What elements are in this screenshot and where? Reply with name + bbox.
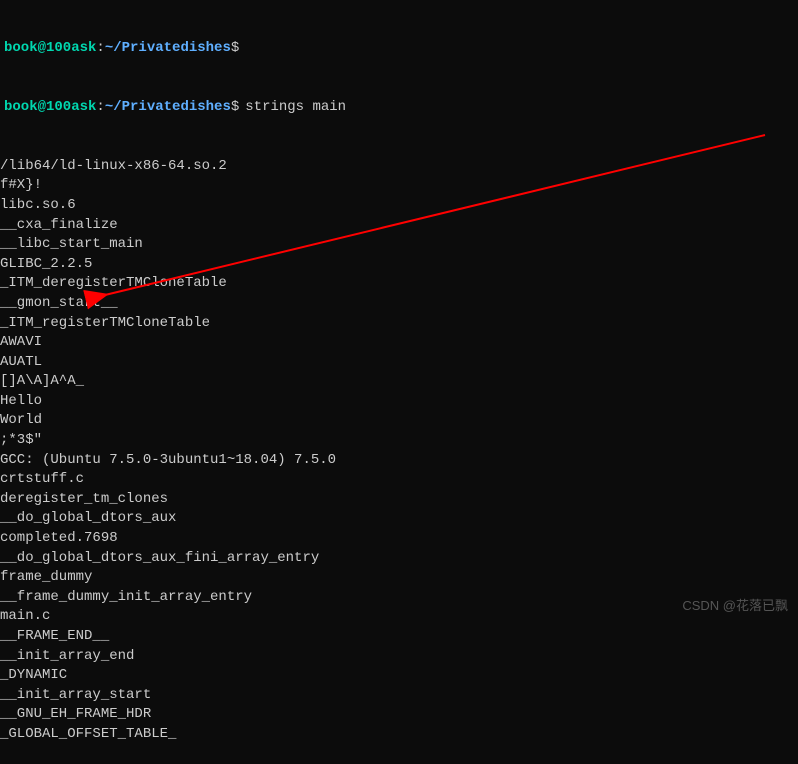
watermark: CSDN @花落已飘 [682, 597, 788, 615]
output-line: main.c [0, 607, 798, 627]
output-line: _ITM_deregisterTMCloneTable [0, 274, 798, 294]
output-line: __GNU_EH_FRAME_HDR [0, 705, 798, 725]
output-line: GLIBC_2.2.5 [0, 255, 798, 275]
output-line: crtstuff.c [0, 470, 798, 490]
output-line: __do_global_dtors_aux_fini_array_entry [0, 549, 798, 569]
prompt-line-2: book@100ask : ~/Privatedishes $ strings … [0, 98, 798, 118]
output-line: AUATL [0, 353, 798, 373]
output-line: __FRAME_END__ [0, 627, 798, 647]
path: ~/Privatedishes [105, 98, 231, 118]
output-line: _GLOBAL_OFFSET_TABLE_ [0, 725, 798, 745]
prompt-line-1: book@100ask : ~/Privatedishes $ [0, 39, 798, 59]
output-line: World [0, 411, 798, 431]
output-line: _DYNAMIC [0, 666, 798, 686]
command-input[interactable]: strings main [245, 98, 346, 118]
output-line: libc.so.6 [0, 196, 798, 216]
colon: : [96, 98, 104, 118]
user-host: book@100ask [4, 98, 96, 118]
output-line: f#X}! [0, 176, 798, 196]
output-line: __frame_dummy_init_array_entry [0, 588, 798, 608]
terminal-output: /lib64/ld-linux-x86-64.so.2f#X}!libc.so.… [0, 157, 798, 745]
output-line: __cxa_finalize [0, 216, 798, 236]
output-line: []A\A]A^A_ [0, 372, 798, 392]
output-line: __init_array_end [0, 647, 798, 667]
output-line: __init_array_start [0, 686, 798, 706]
output-line: _ITM_registerTMCloneTable [0, 314, 798, 334]
output-line: completed.7698 [0, 529, 798, 549]
output-line: __do_global_dtors_aux [0, 509, 798, 529]
output-line: GCC: (Ubuntu 7.5.0-3ubuntu1~18.04) 7.5.0 [0, 451, 798, 471]
output-line: AWAVI [0, 333, 798, 353]
terminal-window[interactable]: book@100ask : ~/Privatedishes $ book@100… [0, 0, 798, 764]
output-line: deregister_tm_clones [0, 490, 798, 510]
output-line: __libc_start_main [0, 235, 798, 255]
dollar: $ [231, 98, 239, 118]
colon: : [96, 39, 104, 59]
output-line: __gmon_start__ [0, 294, 798, 314]
path: ~/Privatedishes [105, 39, 231, 59]
output-line: ;*3$" [0, 431, 798, 451]
output-line: /lib64/ld-linux-x86-64.so.2 [0, 157, 798, 177]
output-line: frame_dummy [0, 568, 798, 588]
output-line: Hello [0, 392, 798, 412]
user-host: book@100ask [4, 39, 96, 59]
dollar: $ [231, 39, 239, 59]
